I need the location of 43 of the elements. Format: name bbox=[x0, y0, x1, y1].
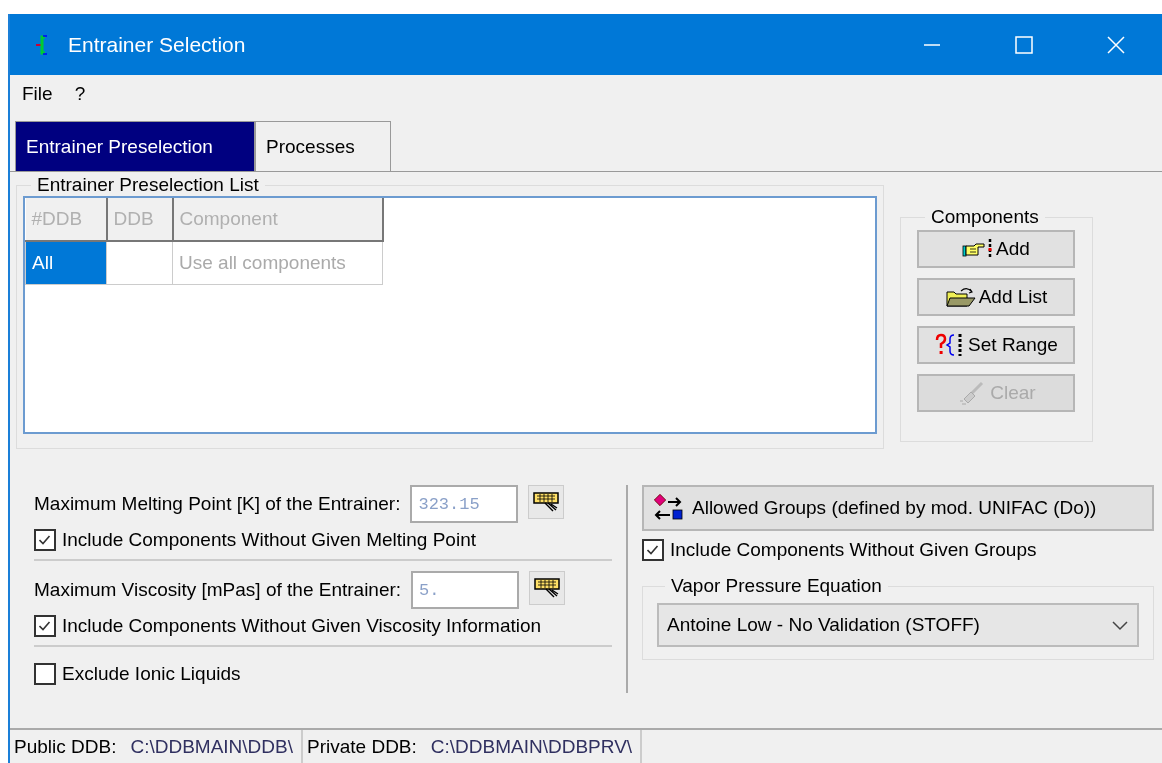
tab[interactable]: Processes bbox=[255, 121, 391, 171]
checkmark-icon bbox=[647, 545, 659, 555]
close-icon bbox=[1107, 35, 1125, 54]
folder-icon bbox=[944, 286, 977, 308]
menu-item[interactable]: File bbox=[22, 83, 53, 109]
field-label: Maximum Melting Point [K] of the Entrainer: bbox=[34, 493, 401, 515]
keyboard-button[interactable] bbox=[528, 485, 565, 519]
checkbox[interactable] bbox=[34, 663, 56, 685]
checkbox-label[interactable]: Include Components Without Given Groups bbox=[642, 539, 1154, 561]
allowed-groups-button[interactable]: Allowed Groups (defined by mod. UNIFAC (Do)) bbox=[642, 485, 1154, 531]
group-title: Entrainer Preselection List bbox=[36, 174, 260, 196]
checkmark-icon bbox=[39, 621, 51, 631]
status-label: Public DDB: bbox=[14, 735, 117, 758]
checkbox[interactable] bbox=[34, 615, 56, 637]
checkbox-label[interactable]: Include Components Without Given Melting Point bbox=[34, 529, 612, 551]
status-path: C:\DDBMAIN\DDB\ bbox=[130, 735, 293, 758]
minimize-icon bbox=[923, 43, 941, 46]
component-button[interactable]: Add bbox=[917, 230, 1075, 268]
window-title: Entrainer Selection bbox=[68, 32, 246, 57]
keyboard-icon bbox=[533, 491, 560, 513]
checkbox[interactable] bbox=[34, 529, 56, 551]
checkbox-label[interactable]: Include Components Without Given Viscosity Information bbox=[34, 615, 612, 637]
groups-icon bbox=[652, 493, 686, 523]
tab[interactable]: Entrainer Preselection bbox=[15, 121, 255, 171]
component-button[interactable]: Set Range bbox=[917, 326, 1075, 364]
pointing-hand-icon bbox=[962, 238, 995, 260]
checkbox-label[interactable]: Exclude Ionic Liquids bbox=[34, 663, 612, 685]
keyboard-button[interactable] bbox=[529, 571, 566, 605]
chevron-down-icon bbox=[1111, 619, 1129, 631]
checkmark-icon bbox=[39, 535, 51, 545]
dropdown[interactable]: Antoine Low - No Validation (STOFF) bbox=[657, 603, 1139, 647]
status-path: C:\DDBMAIN\DDBPRV\ bbox=[430, 735, 633, 758]
menu-item[interactable]: ? bbox=[74, 83, 86, 109]
table-cell[interactable]: All bbox=[25, 241, 107, 285]
status-label: Private DDB: bbox=[307, 735, 417, 758]
app-icon bbox=[34, 33, 48, 56]
field-label: Maximum Viscosity [mPas] of the Entrainer: bbox=[34, 579, 402, 601]
group-title: Vapor Pressure Equation bbox=[670, 575, 883, 597]
keyboard-icon bbox=[534, 577, 561, 599]
component-button[interactable]: Add List bbox=[917, 278, 1075, 316]
group-title: Components bbox=[930, 206, 1040, 228]
checkbox[interactable] bbox=[642, 539, 664, 561]
maximize-icon bbox=[1015, 35, 1033, 54]
